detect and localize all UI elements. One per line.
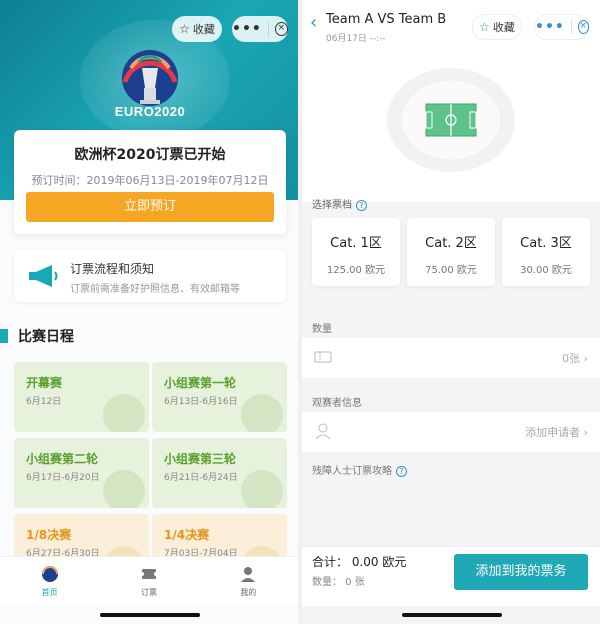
attendee-value-text: 添加申请者	[525, 426, 581, 439]
mini-program-capsule[interactable]: ••• ×	[232, 16, 288, 42]
star-icon: ☆	[479, 20, 490, 34]
category-name: Cat. 3区	[520, 236, 572, 251]
schedule-tile-group-round-3[interactable]: 小组赛第三轮 6月21日-6月24日	[152, 438, 287, 508]
schedule-accent-bar	[0, 329, 8, 343]
disabled-guide-label[interactable]: 残障人士订票攻略?	[312, 462, 407, 477]
checkout-footer: 合计： 0.00 欧元 数量： 0 张 添加到我的票务	[302, 546, 600, 606]
booking-notice-card[interactable]: 订票流程和须知 订票前需准备好护照信息、有效邮箱等	[14, 250, 286, 302]
more-menu-icon[interactable]: •••	[535, 19, 565, 35]
tile-decoration	[103, 470, 145, 508]
total-amount: 合计： 0.00 欧元	[312, 555, 407, 569]
category-price: 30.00 欧元	[520, 265, 572, 276]
schedule-header: 比赛日程	[0, 324, 74, 348]
ticket-category-1[interactable]: Cat. 1区 125.00 欧元	[312, 218, 400, 286]
home-ball-icon	[41, 566, 58, 582]
tile-title: 小组赛第二轮	[26, 452, 99, 466]
add-to-my-tickets-button[interactable]: 添加到我的票务	[454, 554, 588, 590]
ticket-category-3[interactable]: Cat. 3区 30.00 欧元	[502, 218, 590, 286]
user-icon	[241, 567, 256, 582]
favorite-button[interactable]: ☆ 收藏	[172, 16, 222, 42]
chevron-left-icon[interactable]: ‹	[310, 12, 317, 33]
quantity-value-text: 0张	[562, 352, 581, 365]
ticket-category-2[interactable]: Cat. 2区 75.00 欧元	[407, 218, 495, 286]
schedule-tile-opening[interactable]: 开幕赛 6月12日	[14, 362, 149, 432]
category-price: 125.00 欧元	[326, 265, 386, 276]
favorite-label: 收藏	[492, 21, 515, 34]
schedule-tile-group-round-2[interactable]: 小组赛第二轮 6月17日-6月20日	[14, 438, 149, 508]
promo-period: 预订时间：2019年06月13日-2019年07月12日	[31, 174, 269, 187]
ticket-tier-label: 选择票档?	[312, 196, 367, 211]
tile-decoration	[241, 394, 283, 432]
category-name: Cat. 1区	[330, 236, 382, 251]
ticket-icon	[314, 351, 332, 363]
chevron-right-icon: ›	[583, 352, 588, 365]
favorite-button[interactable]: ☆ 收藏	[472, 14, 522, 40]
promo-title: 欧洲杯2020订票已开始	[74, 147, 226, 163]
tab-home[interactable]: 首页	[0, 557, 99, 606]
tab-profile[interactable]: 我的	[199, 557, 298, 606]
attendee-value: 添加申请者 ›	[525, 424, 588, 440]
notice-title: 订票流程和须知	[70, 262, 155, 276]
book-now-button[interactable]: 立即预订	[26, 192, 274, 222]
euro2020-logo-text: EURO2020	[114, 104, 186, 119]
favorite-label: 收藏	[192, 23, 215, 36]
quantity-row[interactable]: 0张 ›	[302, 338, 600, 378]
bottom-tab-bar: 首页 订票 我的	[0, 556, 298, 606]
tile-decoration	[103, 394, 145, 432]
tab-label: 首页	[41, 588, 58, 597]
tab-label: 订票	[140, 588, 157, 597]
tile-title: 1/8决赛	[26, 528, 72, 542]
match-date: 06月17日 --:--	[326, 34, 386, 44]
megaphone-icon	[29, 265, 58, 287]
tile-title: 小组赛第一轮	[164, 376, 237, 390]
mini-program-capsule[interactable]: ••• ×	[534, 14, 590, 40]
tier-label-text: 选择票档	[312, 200, 352, 211]
schedule-tile-group-round-1[interactable]: 小组赛第一轮 6月13日-6月16日	[152, 362, 287, 432]
star-icon: ☆	[179, 22, 190, 36]
category-price: 75.00 欧元	[425, 265, 477, 276]
match-nav-bar: ‹ Team A VS Team B 06月17日 --:-- ☆ 收藏 •••…	[302, 0, 600, 52]
tile-title: 小组赛第三轮	[164, 452, 237, 466]
quantity-value: 0张 ›	[562, 350, 588, 366]
notice-subtitle: 订票前需准备好护照信息、有效邮箱等	[70, 284, 240, 295]
tile-date: 6月13日-6月16日	[164, 397, 238, 407]
more-menu-icon[interactable]: •••	[232, 21, 262, 37]
ticket-purchase-screen: ‹ Team A VS Team B 06月17日 --:-- ☆ 收藏 •••…	[302, 0, 600, 624]
attendee-label: 观赛者信息	[312, 398, 362, 409]
close-circle-icon[interactable]: ×	[577, 20, 589, 34]
tab-tickets[interactable]: 订票	[99, 557, 198, 606]
attendee-row[interactable]: 添加申请者 ›	[302, 412, 600, 452]
tile-date: 6月12日	[26, 397, 62, 407]
total-quantity: 数量： 0 张	[312, 577, 365, 588]
user-icon	[315, 423, 331, 440]
tile-date: 6月21日-6月24日	[164, 473, 238, 483]
tile-title: 1/4决赛	[164, 528, 210, 542]
stadium-icon[interactable]	[302, 52, 600, 202]
tab-label: 我的	[240, 588, 257, 597]
home-indicator	[402, 613, 502, 617]
disabled-guide-area	[302, 478, 600, 550]
ticket-icon	[139, 569, 158, 579]
category-name: Cat. 2区	[425, 236, 477, 251]
help-icon[interactable]: ?	[396, 466, 407, 477]
promo-card: 欧洲杯2020订票已开始 预订时间：2019年06月13日-2019年07月12…	[14, 130, 286, 234]
quantity-label: 数量	[312, 324, 332, 335]
tile-title: 开幕赛	[26, 376, 63, 390]
chevron-right-icon: ›	[583, 426, 588, 439]
help-icon[interactable]: ?	[356, 200, 367, 211]
home-indicator	[100, 613, 200, 617]
tile-date: 6月17日-6月20日	[26, 473, 100, 483]
tile-decoration	[241, 470, 283, 508]
schedule-title: 比赛日程	[18, 329, 74, 345]
event-home-screen: ☆ 收藏 ••• × EURO2020 欧洲杯2020订票已开始 预订时间：20…	[0, 0, 298, 624]
match-title: Team A VS Team B	[326, 12, 447, 27]
disabled-guide-text: 残障人士订票攻略	[312, 466, 392, 477]
close-circle-icon[interactable]: ×	[274, 22, 288, 36]
stadium-map-area	[302, 52, 600, 202]
